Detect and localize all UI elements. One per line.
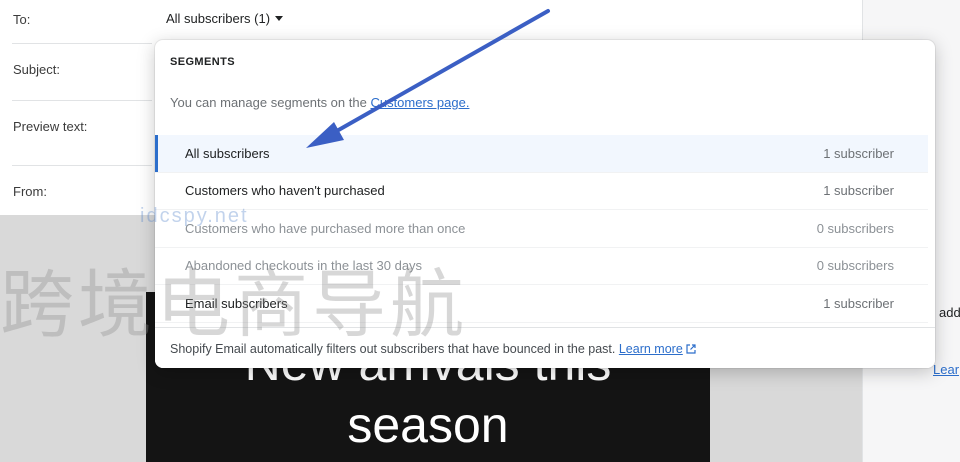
segments-popover: SEGMENTS You can manage segments on the … [155, 40, 935, 368]
segment-name: Customers who haven't purchased [185, 183, 385, 199]
recipients-dropdown[interactable]: All subscribers (1) [166, 11, 284, 26]
footer-text: Shopify Email automatically filters out … [170, 342, 696, 356]
segments-hint-text: You can manage segments on the [170, 95, 371, 110]
segment-list: All subscribers 1 subscriber Customers who… [155, 135, 935, 323]
segment-name: Email subscribers [185, 295, 288, 311]
segment-option[interactable]: All subscribers 1 subscriber [155, 135, 928, 173]
learn-more-label: Learn more [618, 342, 683, 356]
segment-option[interactable]: Customers who haven't purchased 1 subscri… [155, 173, 928, 210]
sidebar-text-fragment: add [939, 305, 960, 320]
to-label: To: [13, 12, 31, 27]
sidebar-learn-link[interactable]: Lear [933, 362, 959, 377]
segment-count: 0 subscribers [816, 220, 894, 236]
segment-name: Customers who have purchased more than o… [185, 220, 466, 236]
divider [12, 100, 152, 101]
segment-name: Abandoned checkouts in the last 30 days [185, 258, 423, 274]
recipients-value: All subscribers (1) [166, 11, 271, 26]
learn-more-link[interactable]: Learn more [619, 342, 696, 356]
divider [12, 43, 152, 44]
popover-footer: Shopify Email automatically filters out … [155, 327, 935, 368]
segment-count: 1 subscriber [823, 145, 894, 161]
divider [12, 165, 152, 166]
segment-option[interactable]: Abandoned checkouts in the last 30 days 0… [155, 248, 928, 285]
segment-count: 0 subscribers [816, 258, 894, 274]
customers-page-link[interactable]: Customers page. [370, 95, 469, 110]
subject-label: Subject: [13, 62, 60, 77]
preview-headline-line2: season [347, 397, 509, 453]
segments-hint: You can manage segments on the Customers… [170, 95, 469, 110]
segment-name: All subscribers [185, 145, 270, 161]
caret-down-icon [275, 16, 284, 21]
footer-message: Shopify Email automatically filters out … [170, 342, 616, 356]
segment-count: 1 subscriber [823, 295, 894, 311]
segment-option[interactable]: Email subscribers 1 subscriber [155, 285, 928, 323]
segments-heading: SEGMENTS [170, 56, 235, 68]
preview-text-label: Preview text: [13, 119, 88, 134]
external-link-icon [686, 344, 696, 354]
segment-option[interactable]: Customers who have purchased more than o… [155, 210, 928, 248]
segment-count: 1 subscriber [823, 183, 894, 199]
from-label: From: [13, 184, 47, 199]
